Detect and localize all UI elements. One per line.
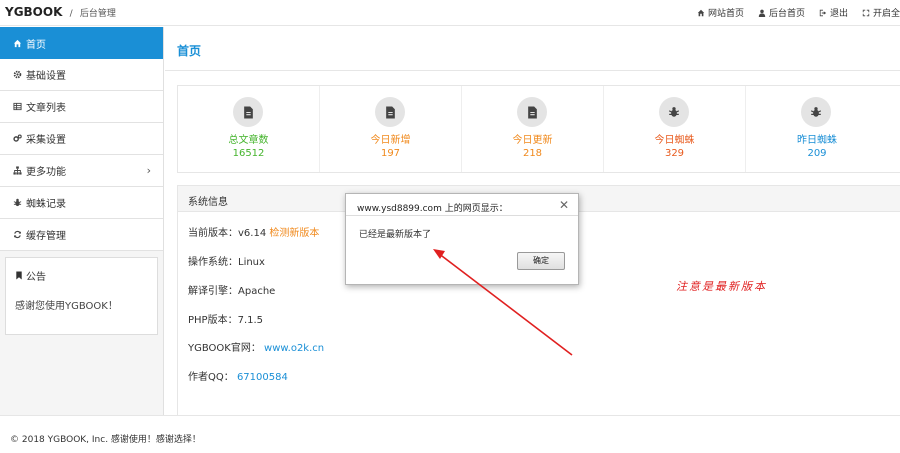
nav-label: 开启全 xyxy=(872,9,900,19)
stat-value: 16512 xyxy=(232,148,265,159)
sidebar-item-label: 首页 xyxy=(26,39,46,51)
site-row: YGBOOK官网： www.o2k.cn xyxy=(188,339,324,354)
notice-panel: 公告 感谢您使用YGBOOK！ xyxy=(5,257,158,335)
php-row: PHP版本：7.1.5 xyxy=(188,315,264,326)
gear-icon xyxy=(13,70,22,79)
title-divider xyxy=(165,70,900,71)
sidebar-item-label: 采集设置 xyxy=(26,135,66,146)
qq-row: 作者QQ： 67100584 xyxy=(188,368,288,383)
stat-icon-circle xyxy=(801,97,831,127)
check-update-link[interactable]: 检测新版本 xyxy=(269,228,319,239)
sidebar-item-spider[interactable]: 蜘蛛记录 xyxy=(0,187,163,219)
chevron-right-icon: › xyxy=(146,164,151,177)
stat-label: 今日蜘蛛 xyxy=(654,135,695,146)
stat-value: 218 xyxy=(522,148,543,159)
sidebar-item-label: 蜘蛛记录 xyxy=(26,199,66,210)
bug-icon xyxy=(810,107,822,117)
stat-value: 329 xyxy=(664,148,685,159)
dialog-divider xyxy=(346,215,578,216)
dialog-ok-button[interactable]: 确定 xyxy=(517,252,565,270)
stat-label: 昨日蜘蛛 xyxy=(797,135,837,146)
stat-yesterday-spiders: 昨日蜘蛛 209 xyxy=(746,86,888,172)
dialog-title: www.ysd8899.com 上的网页显示： xyxy=(357,204,508,214)
file-icon xyxy=(527,106,537,118)
brand[interactable]: YGBOOK / 后台管理 xyxy=(5,5,116,19)
bug-icon xyxy=(13,198,22,207)
version-row: 当前版本：v6.14 检测新版本 xyxy=(188,224,319,239)
stat-icon-circle xyxy=(375,97,405,127)
refresh-icon xyxy=(14,230,21,239)
sidebar-item-home[interactable]: 首页 xyxy=(0,27,163,59)
qq-link[interactable]: 67100584 xyxy=(237,372,288,383)
annotation-text: 注意是最新版本 xyxy=(676,280,767,293)
sidebar-item-settings[interactable]: 基础设置 xyxy=(0,59,163,91)
sitemap-icon xyxy=(13,166,22,175)
sidebar-item-more[interactable]: 更多功能 › xyxy=(0,155,163,187)
nav-fullscreen[interactable]: 开启全 xyxy=(862,6,900,19)
brand-separator: / xyxy=(69,9,73,19)
version-label: 当前版本：v6.14 xyxy=(188,228,267,239)
engine-row: 解译引擎：Apache xyxy=(188,286,276,297)
stat-label: 总文章数 xyxy=(228,135,269,146)
top-nav: 网站首页 后台首页 退出 开启全 xyxy=(697,6,900,19)
site-label: YGBOOK官网： xyxy=(188,343,261,354)
nav-admin-home[interactable]: 后台首页 xyxy=(758,6,805,19)
qq-label: 作者QQ： xyxy=(188,372,234,383)
stat-icon-circle xyxy=(517,97,547,127)
sidebar-item-label: 缓存管理 xyxy=(26,231,66,242)
notice-title: 公告 xyxy=(6,258,157,283)
alert-dialog: www.ysd8899.com 上的网页显示： ✕ 已经是最新版本了 确定 xyxy=(345,193,579,285)
brand-subtitle: 后台管理 xyxy=(79,9,116,19)
notice-title-text: 公告 xyxy=(26,272,46,283)
bug-icon xyxy=(668,107,680,117)
sidebar-item-label: 更多功能 xyxy=(26,167,66,178)
nav-label: 后台首页 xyxy=(768,9,805,19)
stat-value: 197 xyxy=(380,148,401,159)
home-icon xyxy=(13,39,22,47)
close-icon[interactable]: ✕ xyxy=(559,198,569,212)
sidebar-item-cache[interactable]: 缓存管理 xyxy=(0,219,163,251)
footer: © 2018 YGBOOK, Inc. 感谢使用！感谢选择！ xyxy=(0,415,900,453)
stat-value: 209 xyxy=(807,148,827,159)
dialog-message: 已经是最新版本了 xyxy=(359,230,432,240)
stats-panel: 总文章数 16512 今日新增 197 今日更新 218 今日蜘蛛 329 昨日… xyxy=(177,85,900,173)
sidebar-item-articles[interactable]: 文章列表 xyxy=(0,91,163,123)
sidebar-item-label: 文章列表 xyxy=(26,103,66,114)
nav-label: 网站首页 xyxy=(707,9,744,19)
stat-total-articles: 总文章数 16512 xyxy=(178,86,320,172)
fullscreen-icon xyxy=(862,9,870,16)
sidebar-item-collect[interactable]: 采集设置 xyxy=(0,123,163,155)
site-link[interactable]: www.o2k.cn xyxy=(264,343,324,354)
stat-label: 今日新增 xyxy=(370,135,411,146)
page-title: 首页 xyxy=(177,44,202,58)
logout-icon xyxy=(819,9,827,16)
top-bar: YGBOOK / 后台管理 网站首页 后台首页 退出 开启全 xyxy=(0,0,900,26)
footer-text: © 2018 YGBOOK, Inc. 感谢使用！感谢选择！ xyxy=(10,435,201,445)
brand-name: YGBOOK xyxy=(5,5,63,19)
nav-label: 退出 xyxy=(829,9,848,19)
stat-icon-circle xyxy=(233,97,263,127)
stat-icon-circle xyxy=(659,97,689,127)
user-icon xyxy=(758,9,766,17)
sidebar-item-label: 基础设置 xyxy=(26,71,66,82)
home-icon xyxy=(697,9,705,16)
nav-logout[interactable]: 退出 xyxy=(819,6,848,19)
stat-label: 今日更新 xyxy=(512,135,553,146)
sidebar: 首页 基础设置 文章列表 采集设置 更多功能 › 蜘蛛记录 缓存管理 公告 感谢… xyxy=(0,27,164,415)
file-icon xyxy=(385,106,395,118)
notice-body: 感谢您使用YGBOOK！ xyxy=(15,301,118,312)
stat-today-spiders: 今日蜘蛛 329 xyxy=(604,86,746,172)
nav-site-home[interactable]: 网站首页 xyxy=(697,6,744,19)
os-row: 操作系统：Linux xyxy=(188,257,265,268)
stat-today-updated: 今日更新 218 xyxy=(462,86,604,172)
bookmark-icon xyxy=(16,271,22,280)
file-icon xyxy=(243,106,253,118)
cogs-icon xyxy=(13,134,22,142)
list-icon xyxy=(13,102,22,111)
stat-today-new: 今日新增 197 xyxy=(320,86,462,172)
